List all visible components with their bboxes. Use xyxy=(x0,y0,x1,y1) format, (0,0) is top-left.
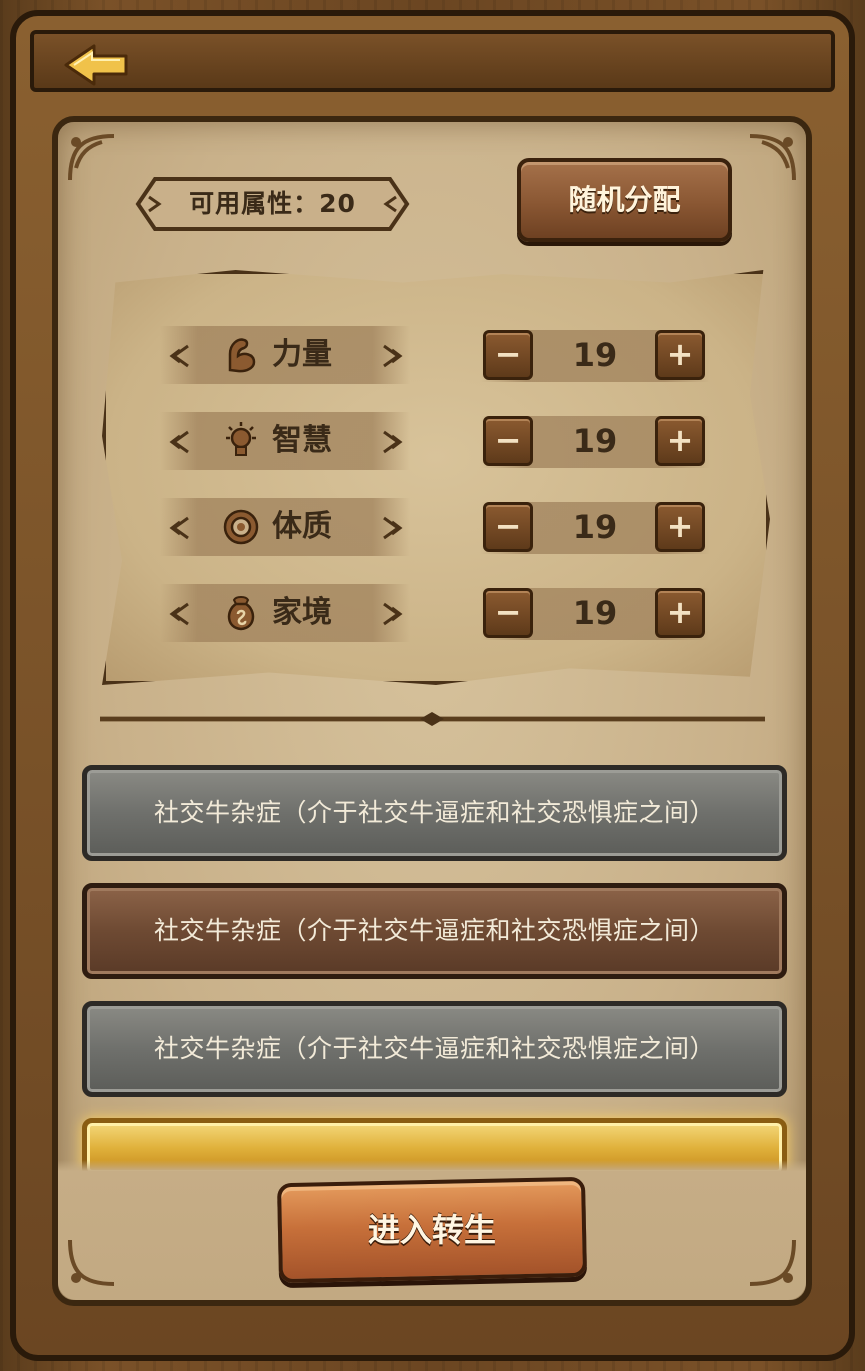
attribute-value: 19 xyxy=(572,508,618,546)
available-points-text: 可用属性：20 xyxy=(189,189,356,218)
left-chevron-ornament-icon xyxy=(169,430,189,454)
talent-card-gray[interactable]: 社交牛杂症（介于社交牛逼症和社交恐惧症之间） xyxy=(82,765,787,861)
attribute-name: 智慧 xyxy=(272,423,332,458)
decrease-constitution-button[interactable]: − xyxy=(483,502,533,552)
back-arrow-icon[interactable] xyxy=(60,42,132,88)
random-allocate-button[interactable]: 随机分配 xyxy=(517,158,732,242)
corner-ornament-icon xyxy=(749,134,796,181)
talent-card-brown[interactable]: 社交牛杂症（介于社交牛逼症和社交恐惧症之间） xyxy=(82,883,787,979)
attribute-name: 体质 xyxy=(272,509,332,544)
minus-icon: − xyxy=(494,335,522,373)
increase-strength-button[interactable]: + xyxy=(655,330,705,380)
plus-icon: + xyxy=(666,335,694,373)
constitution-shield-icon xyxy=(223,509,259,545)
talent-text: 社交牛杂症（介于社交牛逼症和社交恐惧症之间） xyxy=(153,916,715,945)
attribute-value: 19 xyxy=(572,422,618,460)
plus-icon: + xyxy=(666,507,694,545)
talent-text: 社交牛杂症（介于社交牛逼症和社交恐惧症之间） xyxy=(153,798,715,827)
attribute-value: 19 xyxy=(572,594,618,632)
right-chevron-ornament-icon xyxy=(383,516,403,540)
attribute-value: 19 xyxy=(572,336,618,374)
increase-wisdom-button[interactable]: + xyxy=(655,416,705,466)
random-allocate-label: 随机分配 xyxy=(568,183,681,216)
top-bar xyxy=(30,30,835,92)
talent-text: 社交牛杂症（介于社交牛逼症和社交恐惧症之间） xyxy=(153,1034,715,1063)
plus-icon: + xyxy=(666,593,694,631)
increase-constitution-button[interactable]: + xyxy=(655,502,705,552)
attribute-row-wisdom: 智慧 − 19 + xyxy=(0,412,865,472)
minus-icon: − xyxy=(494,507,522,545)
decrease-strength-button[interactable]: − xyxy=(483,330,533,380)
attribute-name: 力量 xyxy=(272,337,332,372)
minus-icon: − xyxy=(494,593,522,631)
decrease-family-button[interactable]: − xyxy=(483,588,533,638)
minus-icon: − xyxy=(494,421,522,459)
plus-icon: + xyxy=(666,421,694,459)
left-chevron-ornament-icon xyxy=(169,602,189,626)
corner-ornament-icon xyxy=(749,1239,796,1286)
increase-family-button[interactable]: + xyxy=(655,588,705,638)
strength-arm-icon xyxy=(228,338,256,373)
available-points-plate: 可用属性：20 xyxy=(135,175,410,233)
family-bag-icon xyxy=(227,596,255,631)
left-chevron-ornament-icon xyxy=(169,516,189,540)
decrease-wisdom-button[interactable]: − xyxy=(483,416,533,466)
attribute-name: 家境 xyxy=(272,595,332,630)
corner-ornament-icon xyxy=(68,1239,115,1286)
attribute-row-family: 家境 − 19 + xyxy=(0,584,865,644)
talent-card-gray[interactable]: 社交牛杂症（介于社交牛逼症和社交恐惧症之间） xyxy=(82,1001,787,1097)
attribute-row-constitution: 体质 − 19 + xyxy=(0,498,865,558)
enter-reincarnation-label: 进入转生 xyxy=(367,1211,496,1249)
right-chevron-ornament-icon xyxy=(383,344,403,368)
ornamental-divider xyxy=(100,712,765,726)
right-chevron-ornament-icon xyxy=(383,430,403,454)
left-chevron-ornament-icon xyxy=(169,344,189,368)
attribute-row-strength: 力量 − 19 + xyxy=(0,326,865,386)
wisdom-bulb-icon xyxy=(226,422,256,456)
corner-ornament-icon xyxy=(68,134,115,181)
enter-reincarnation-button[interactable]: 进入转生 xyxy=(276,1176,588,1284)
right-chevron-ornament-icon xyxy=(383,602,403,626)
